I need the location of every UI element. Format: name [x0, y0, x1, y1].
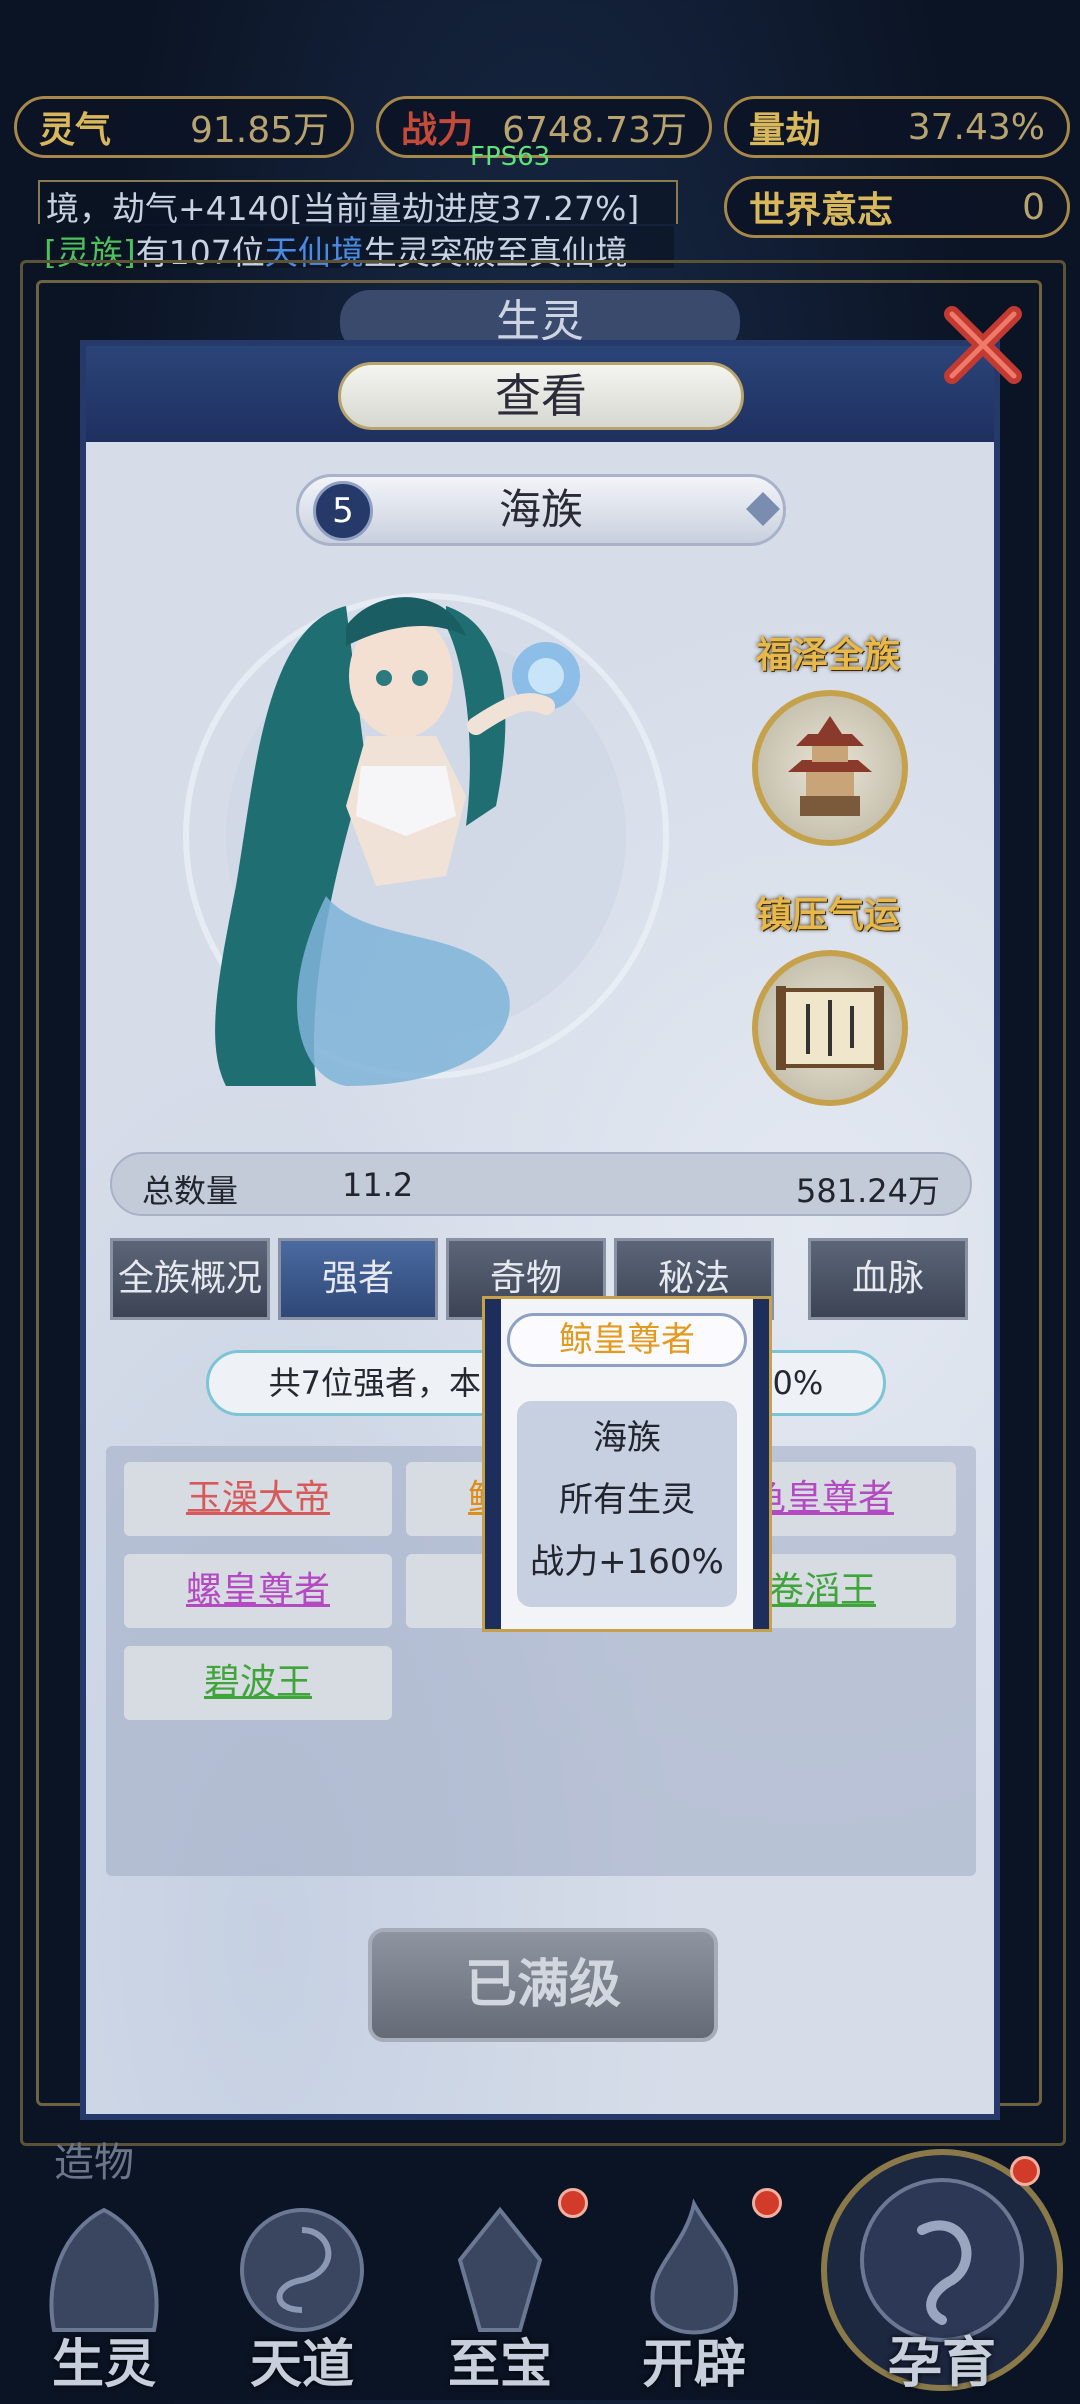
- nav-zhibao[interactable]: 至宝: [410, 2188, 590, 2400]
- tooltip-line: 所有生灵: [559, 1480, 695, 1520]
- event-log-line: 境，劫气+4140[当前量劫进度37.27%]: [38, 180, 678, 224]
- tooltip-line: 海族: [593, 1418, 661, 1458]
- tooltip-line: 战力+160%: [530, 1542, 724, 1582]
- shijie-counter: 世界意志 0: [724, 176, 1070, 238]
- lingqi-counter: 灵气 91.85万: [14, 96, 354, 158]
- lingqi-label: 灵气: [39, 109, 112, 151]
- buff-title: 镇压气运: [756, 894, 901, 936]
- notification-dot: [1010, 2156, 1040, 2186]
- notification-dot: [752, 2188, 782, 2218]
- liangjie-label: 量劫: [749, 109, 822, 151]
- race-detail-dialog: 查看 5 海族 福泽全族 镇压气运 总数量 11.2 581.24万 全族概况 …: [80, 340, 1000, 2120]
- nav-yunyu[interactable]: 孕育: [812, 2140, 1072, 2400]
- shijie-label: 世界意志: [749, 189, 894, 231]
- liangjie-counter: 量劫 37.43%: [724, 96, 1070, 158]
- nav-label: 生灵: [51, 2334, 156, 2395]
- zhanli-label: 战力: [401, 109, 474, 151]
- tab-experts[interactable]: 强者: [278, 1238, 438, 1320]
- lingqi-value: 91.85万: [189, 110, 329, 151]
- shijie-value: 0: [1022, 186, 1045, 228]
- notification-dot: [558, 2188, 588, 2218]
- nav-tiandao[interactable]: 天道: [212, 2190, 392, 2400]
- race-stats-bar: 总数量 11.2 581.24万: [110, 1152, 972, 1216]
- dialog-title: 查看: [338, 362, 744, 430]
- nav-label: 天道: [249, 2334, 354, 2395]
- race-selector[interactable]: 5 海族: [296, 474, 786, 546]
- tooltip-body: 海族 所有生灵 战力+160%: [517, 1401, 737, 1607]
- flame-icon: [650, 2198, 738, 2335]
- zaowu-button[interactable]: 造物: [54, 2130, 134, 2188]
- nav-shengling[interactable]: 生灵: [14, 2190, 194, 2400]
- nav-label: 开辟: [641, 2334, 746, 2395]
- max-level-button[interactable]: 已满级: [368, 1928, 718, 2042]
- buff-title: 福泽全族: [756, 634, 901, 676]
- expert-item[interactable]: 螺皇尊者: [124, 1554, 392, 1628]
- scroll-icon[interactable]: [752, 950, 908, 1106]
- treasure-icon: [457, 2206, 543, 2332]
- expert-item[interactable]: 玉澡大帝: [124, 1462, 392, 1536]
- expert-tooltip: 鲸皇尊者 海族 所有生灵 战力+160%: [482, 1296, 772, 1632]
- tab-bloodline[interactable]: 血脉: [808, 1238, 968, 1320]
- nav-label: 孕育: [888, 2330, 996, 2394]
- race-name: 海族: [498, 485, 583, 534]
- tooltip-title: 鲸皇尊者: [507, 1313, 747, 1367]
- tab-overview[interactable]: 全族概况: [110, 1238, 270, 1320]
- nav-label: 至宝: [447, 2334, 552, 2395]
- swirl-icon: [240, 2208, 364, 2332]
- close-icon[interactable]: [938, 300, 1028, 390]
- race-power-value: 581.24万: [796, 1172, 940, 1210]
- liangjie-value: 37.43%: [907, 106, 1045, 148]
- fps-counter: FPS63: [470, 142, 551, 172]
- pagoda-icon[interactable]: [752, 690, 908, 846]
- total-count-label: 总数量: [142, 1172, 239, 1210]
- race-character-portrait: [183, 593, 669, 1086]
- nav-kaipi[interactable]: 开辟: [604, 2188, 784, 2400]
- total-count-value: 11.2: [342, 1166, 414, 1204]
- phoenix-icon: [49, 2207, 159, 2332]
- expert-item[interactable]: 碧波王: [124, 1646, 392, 1720]
